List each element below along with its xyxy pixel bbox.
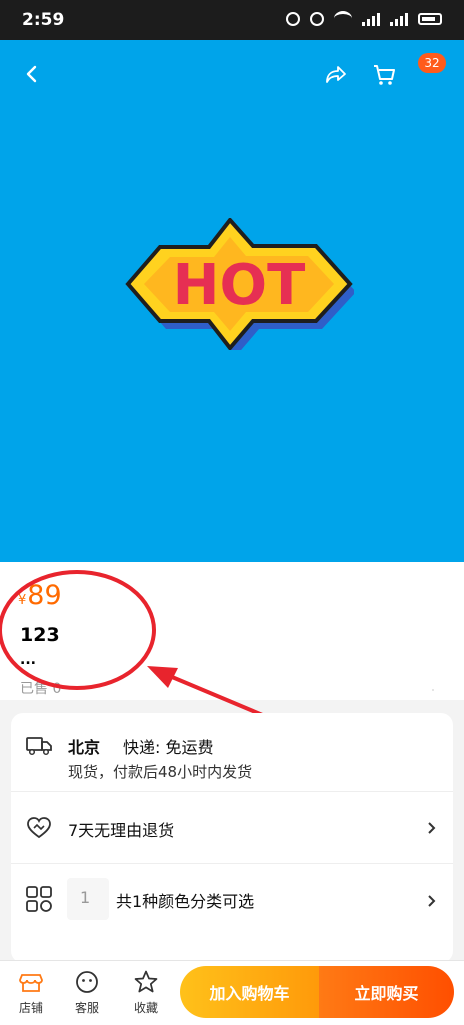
alarm-icon (286, 11, 300, 26)
cart-button[interactable] (370, 60, 398, 88)
customer-service-icon (76, 971, 98, 993)
info-card: 北京 快递: 免运费 现货，付款后48小时内发货 7天无理由退货 1 共1种颜色… (11, 713, 453, 963)
hot-logo: HOT (124, 216, 356, 356)
price-value: 89 (27, 580, 62, 611)
sold-count: 已售 0 (20, 681, 62, 697)
heart-shield-icon (27, 817, 51, 839)
tab-customer-service[interactable]: 客服 (62, 969, 112, 1016)
bottom-action-bar: 店铺 客服 收藏 加入购物车 立即购买 (0, 960, 464, 1025)
purchase-buttons: 加入购物车 立即购买 (180, 966, 454, 1018)
variant-row[interactable]: 1 共1种颜色分类可选 (11, 863, 453, 936)
wifi-icon (334, 11, 352, 26)
shipping-method: 快递: 免运费 (123, 738, 214, 757)
returns-label: 7天无理由退货 (68, 821, 175, 840)
grid-options-icon (26, 886, 52, 912)
product-info: ¥89 123 ... 已售 0 (0, 562, 464, 700)
signal-icon (390, 12, 408, 26)
tab-label: 客服 (74, 1001, 99, 1015)
buy-now-button[interactable]: 立即购买 (319, 966, 454, 1018)
add-to-cart-button[interactable]: 加入购物车 (180, 966, 319, 1018)
store-icon (19, 974, 43, 992)
currency-symbol: ¥ (18, 593, 27, 608)
product-ellipsis: ... (20, 652, 36, 668)
status-icons (286, 11, 442, 26)
share-button[interactable] (322, 60, 350, 88)
chevron-right-icon (428, 822, 436, 834)
tab-label: 店铺 (18, 1001, 43, 1015)
share-icon (326, 66, 346, 83)
status-bar: 2:59 (0, 0, 464, 40)
shipping-note: 现货，付款后48小时内发货 (68, 763, 253, 781)
variant-count: 1 (80, 888, 91, 907)
cart-icon (374, 65, 395, 85)
shipping-row[interactable]: 北京 快递: 免运费 现货，付款后48小时内发货 (11, 713, 453, 791)
back-button[interactable] (18, 60, 46, 88)
divider-dot (432, 689, 434, 691)
muted-bell-icon (310, 11, 324, 26)
tab-store[interactable]: 店铺 (6, 969, 56, 1016)
cart-count-badge: 32 (418, 53, 446, 73)
truck-icon (26, 737, 52, 756)
price: ¥89 (18, 582, 62, 609)
product-image: 32 HOT (0, 40, 464, 562)
back-icon (26, 65, 37, 83)
tab-label: 收藏 (133, 1001, 158, 1015)
product-title: 123 (20, 624, 60, 646)
battery-icon (418, 12, 442, 25)
status-time: 2:59 (22, 10, 65, 30)
chevron-right-icon (428, 895, 436, 907)
star-icon (134, 970, 158, 993)
returns-row[interactable]: 7天无理由退货 (11, 791, 453, 864)
variant-label: 共1种颜色分类可选 (116, 892, 255, 911)
tab-favorite[interactable]: 收藏 (121, 969, 171, 1016)
hot-logo-text: HOT (173, 253, 306, 318)
signal-icon (362, 12, 380, 26)
shipping-city: 北京 (68, 738, 101, 757)
